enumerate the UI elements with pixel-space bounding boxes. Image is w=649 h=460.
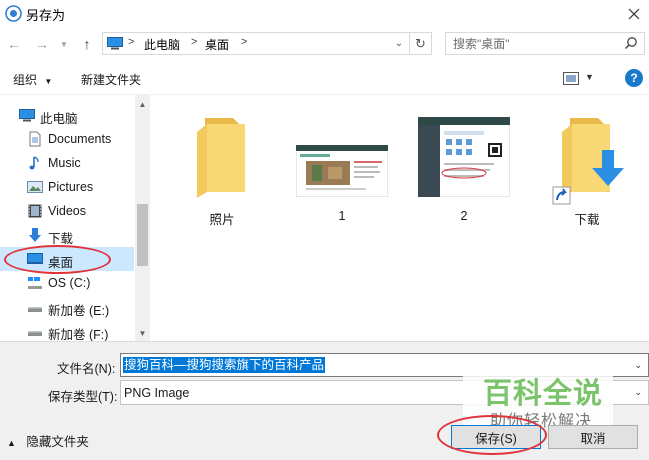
organize-label: 组织: [13, 73, 38, 87]
windows-drive-icon: [28, 277, 42, 289]
view-options-icon[interactable]: [563, 72, 579, 85]
chevron-down-icon: ⌄: [394, 37, 404, 49]
annotation-circle: [4, 245, 111, 274]
chevron-down-icon: ⌄: [634, 387, 642, 397]
breadcrumb-this-pc[interactable]: 此电脑: [144, 36, 180, 53]
app-icon: [5, 5, 22, 22]
computer-icon: [19, 109, 35, 122]
folder-icon: [197, 118, 245, 198]
file-item-folder[interactable]: 照片: [172, 105, 272, 227]
scroll-down-button[interactable]: ▼: [135, 326, 150, 340]
search-icon: [624, 37, 637, 50]
arrow-right-icon: →: [35, 36, 49, 52]
nav-item-label: OS (C:): [48, 276, 91, 290]
nav-item-label: Documents: [48, 132, 112, 146]
nav-item-drive-f[interactable]: 新加卷 (F:): [0, 319, 134, 341]
nav-item-downloads[interactable]: 下载: [0, 223, 134, 247]
file-item-image[interactable]: 2: [414, 105, 514, 225]
nav-item-label: Videos: [48, 204, 86, 218]
pictures-icon: [27, 181, 43, 193]
watermark-title: 百科全说: [483, 376, 604, 410]
chevron-down-icon: ▼: [138, 328, 147, 338]
help-button[interactable]: ?: [625, 69, 643, 87]
address-bar[interactable]: > 此电脑 > 桌面 >: [102, 32, 410, 55]
close-icon: [628, 8, 640, 20]
nav-item-drive-e[interactable]: 新加卷 (E:): [0, 295, 134, 319]
chevron-up-icon: ▲: [7, 438, 16, 448]
filename-value[interactable]: 搜狗百科—搜狗搜索旗下的百科产品: [123, 357, 326, 373]
nav-item-label: 新加卷 (F:): [48, 328, 109, 341]
breadcrumb-separator: >: [191, 36, 198, 48]
arrow-left-icon: ←: [7, 36, 21, 52]
file-item-folder-shortcut[interactable]: 下载: [537, 105, 637, 227]
hide-folders-toggle[interactable]: ▲ 隐藏文件夹: [7, 431, 89, 450]
breadcrumb-desktop[interactable]: 桌面: [205, 36, 229, 53]
annotation-circle: [437, 415, 547, 455]
cancel-button[interactable]: 取消: [548, 425, 638, 449]
nav-item-this-pc[interactable]: 此电脑: [0, 103, 134, 127]
downloads-folder-icon: [552, 118, 624, 205]
navigation-pane: 此电脑 Documents Music Pictures Videos 下载 桌…: [0, 95, 150, 341]
file-item-label: 照片: [209, 213, 235, 227]
search-input[interactable]: [446, 33, 616, 54]
nav-item-label: 此电脑: [40, 112, 78, 126]
save-type-value: PNG Image: [124, 386, 190, 400]
dropdown-triangle-icon: ▼: [44, 77, 53, 86]
chevron-down-icon[interactable]: ⌄: [634, 360, 642, 371]
help-icon: ?: [630, 71, 638, 85]
nav-item-label: Pictures: [48, 180, 94, 194]
documents-icon: [29, 131, 41, 147]
window-title: 另存为: [26, 8, 66, 23]
file-item-image[interactable]: 1: [292, 105, 392, 225]
hide-folders-label: 隐藏文件夹: [26, 435, 89, 449]
breadcrumb-separator: >: [241, 36, 248, 48]
close-button[interactable]: [619, 0, 649, 28]
videos-icon: [28, 204, 42, 218]
file-item-label: 2: [460, 209, 468, 223]
command-bar: 组织 ▼ 新建文件夹 ▼ ?: [0, 62, 649, 95]
back-button[interactable]: ←: [5, 34, 23, 54]
nav-item-drive-c[interactable]: OS (C:): [0, 271, 134, 295]
nav-item-documents[interactable]: Documents: [0, 127, 134, 151]
music-icon: [29, 156, 39, 170]
file-list: 照片 1 2 下载: [152, 95, 649, 341]
refresh-icon: ↻: [415, 35, 426, 51]
refresh-button[interactable]: ↻: [410, 32, 432, 55]
organize-menu[interactable]: 组织 ▼: [13, 71, 52, 88]
arrow-up-icon: ↑: [83, 36, 91, 52]
scroll-up-button[interactable]: ▲: [135, 97, 150, 111]
drive-icon: [28, 331, 42, 336]
filename-label: 文件名(N):: [57, 362, 116, 376]
image-thumbnail-icon: [418, 117, 510, 197]
nav-item-videos[interactable]: Videos: [0, 199, 134, 223]
file-item-label: 下载: [574, 213, 600, 227]
address-dropdown-button[interactable]: ⌄: [392, 36, 406, 50]
scrollbar-thumb[interactable]: [137, 204, 148, 266]
image-thumbnail-icon: [296, 145, 388, 197]
chevron-down-icon: ▼: [60, 39, 68, 49]
title-bar: 另存为: [0, 0, 649, 28]
new-folder-button[interactable]: 新建文件夹: [81, 71, 141, 88]
recent-locations-button[interactable]: ▼: [58, 34, 70, 54]
chevron-up-icon: ▲: [138, 99, 147, 109]
nav-item-label: 新加卷 (E:): [48, 304, 110, 318]
search-box[interactable]: [445, 32, 645, 55]
nav-item-music[interactable]: Music: [0, 151, 134, 175]
save-type-label: 保存类型(T):: [48, 390, 118, 404]
breadcrumb-separator: >: [128, 36, 135, 48]
nav-item-pictures[interactable]: Pictures: [0, 175, 134, 199]
forward-button[interactable]: →: [33, 34, 51, 54]
drive-icon: [28, 307, 42, 312]
nav-item-label: Music: [48, 156, 81, 170]
file-item-label: 1: [338, 209, 346, 223]
up-button[interactable]: ↑: [78, 34, 96, 54]
view-dropdown-icon[interactable]: ▼: [585, 72, 594, 82]
computer-icon: [107, 37, 123, 50]
download-icon: [29, 228, 41, 242]
